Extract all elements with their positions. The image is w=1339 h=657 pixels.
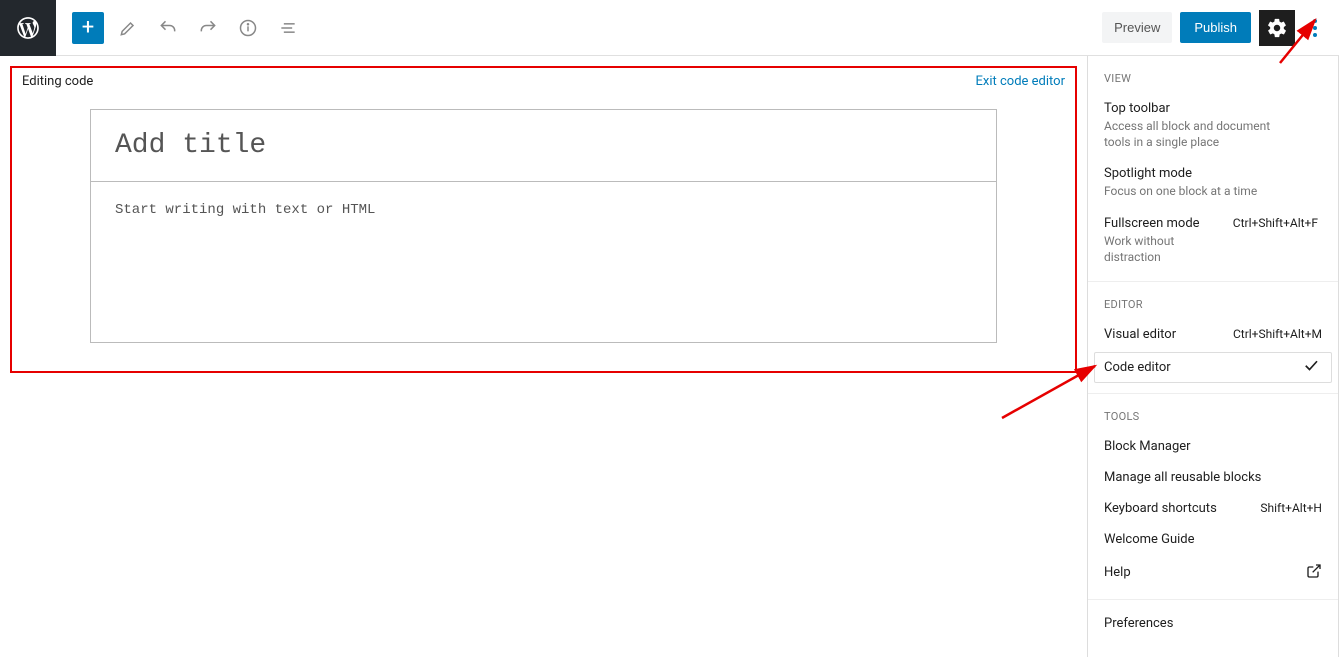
menu-visual-editor[interactable]: Visual editor Ctrl+Shift+Alt+M — [1088, 319, 1338, 350]
undo-button[interactable] — [152, 12, 184, 44]
publish-button[interactable]: Publish — [1180, 12, 1251, 43]
body-textarea[interactable] — [115, 202, 972, 322]
add-block-button[interactable]: + — [72, 12, 104, 44]
shortcut-label: Shift+Alt+H — [1260, 501, 1322, 515]
content-area: Editing code Exit code editor — [0, 56, 1087, 657]
shortcut-label: Ctrl+Shift+Alt+F — [1233, 216, 1318, 230]
menu-fullscreen-mode[interactable]: Fullscreen mode Work without distraction… — [1088, 208, 1338, 273]
check-icon — [1302, 356, 1320, 378]
view-heading: View — [1088, 64, 1338, 93]
dropdown-section-view: View Top toolbar Access all block and do… — [1088, 56, 1338, 282]
editor-box — [90, 109, 997, 343]
toolbar-left-group: + — [56, 12, 304, 44]
menu-block-manager[interactable]: Block Manager — [1088, 431, 1338, 462]
settings-button[interactable] — [1259, 10, 1295, 46]
menu-label-text: Code editor — [1104, 360, 1171, 375]
external-link-icon — [1306, 563, 1322, 583]
menu-keyboard-shortcuts[interactable]: Keyboard shortcuts Shift+Alt+H — [1088, 493, 1338, 524]
menu-label: Visual editor Ctrl+Shift+Alt+M — [1104, 327, 1322, 342]
shortcut-check-group: Ctrl+Shift+Alt+F — [1233, 216, 1326, 231]
editor-heading: Editor — [1088, 290, 1338, 319]
menu-label: Help — [1104, 563, 1322, 583]
menu-label-text: Help — [1104, 565, 1131, 580]
menu-spotlight-mode[interactable]: Spotlight mode Focus on one block at a t… — [1088, 158, 1338, 207]
toolbar-right-group: Preview Publish — [1102, 10, 1339, 46]
wordpress-icon — [15, 15, 41, 41]
shortcut-label: Ctrl+Shift+Alt+M — [1233, 327, 1322, 341]
outline-button[interactable] — [272, 12, 304, 44]
menu-label: Block Manager — [1104, 439, 1322, 454]
preview-button[interactable]: Preview — [1102, 12, 1172, 43]
redo-button[interactable] — [192, 12, 224, 44]
tools-heading: Tools — [1088, 402, 1338, 431]
menu-label: Keyboard shortcuts Shift+Alt+H — [1104, 501, 1322, 516]
menu-label-text: Visual editor — [1104, 327, 1176, 342]
top-toolbar: + Preview Publish — [0, 0, 1339, 56]
gear-icon — [1266, 17, 1288, 39]
menu-label: Top toolbar — [1104, 101, 1322, 116]
menu-desc: Work without distraction — [1104, 233, 1194, 265]
main-area: Editing code Exit code editor View Top t… — [0, 56, 1339, 657]
menu-reusable-blocks[interactable]: Manage all reusable blocks — [1088, 462, 1338, 493]
undo-icon — [158, 18, 178, 38]
list-icon — [278, 18, 298, 38]
redo-icon — [198, 18, 218, 38]
edit-tool-button[interactable] — [112, 12, 144, 44]
body-field-wrap — [91, 182, 996, 342]
menu-label: Welcome Guide — [1104, 532, 1322, 547]
pencil-icon — [118, 18, 138, 38]
menu-desc: Access all block and document tools in a… — [1104, 118, 1284, 150]
dropdown-section-editor: Editor Visual editor Ctrl+Shift+Alt+M Co… — [1088, 282, 1338, 394]
more-options-dropdown: View Top toolbar Access all block and do… — [1087, 56, 1339, 657]
menu-label: Manage all reusable blocks — [1104, 470, 1322, 485]
more-options-button[interactable] — [1303, 10, 1327, 46]
menu-label: Spotlight mode — [1104, 166, 1322, 181]
menu-desc: Focus on one block at a time — [1104, 183, 1284, 199]
menu-welcome-guide[interactable]: Welcome Guide — [1088, 524, 1338, 555]
dropdown-section-tools: Tools Block Manager Manage all reusable … — [1088, 394, 1338, 600]
menu-top-toolbar[interactable]: Top toolbar Access all block and documen… — [1088, 93, 1338, 158]
code-editor-bar: Editing code Exit code editor — [22, 74, 1065, 89]
info-button[interactable] — [232, 12, 264, 44]
menu-label-text: Keyboard shortcuts — [1104, 501, 1217, 516]
wordpress-logo[interactable] — [0, 0, 56, 56]
title-field-wrap — [91, 110, 996, 182]
info-icon — [238, 18, 258, 38]
menu-code-editor[interactable]: Code editor — [1094, 352, 1332, 383]
title-input[interactable] — [115, 130, 972, 161]
kebab-icon — [1313, 19, 1317, 37]
annotation-highlight-box: Editing code Exit code editor — [10, 66, 1077, 373]
dropdown-section-prefs: Preferences — [1088, 600, 1338, 647]
menu-preferences[interactable]: Preferences — [1088, 608, 1338, 639]
exit-code-editor-link[interactable]: Exit code editor — [976, 74, 1065, 89]
menu-label: Preferences — [1104, 616, 1322, 631]
menu-help[interactable]: Help — [1088, 555, 1338, 591]
menu-label: Code editor — [1104, 360, 1322, 375]
editing-code-label: Editing code — [22, 74, 93, 89]
